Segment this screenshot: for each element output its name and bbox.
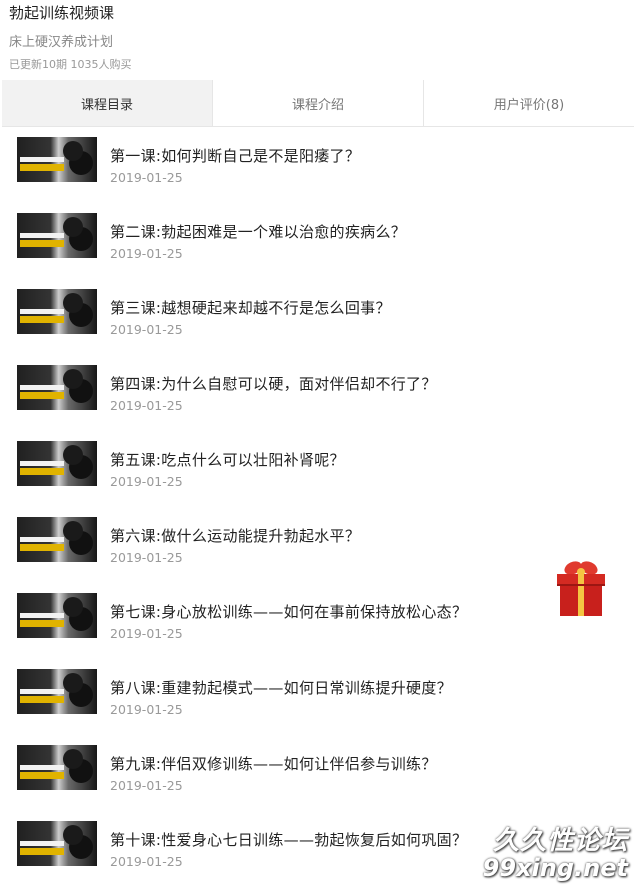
lesson-date: 2019-01-25 <box>110 854 183 869</box>
lesson-thumbnail <box>17 593 97 638</box>
lesson-thumbnail <box>17 669 97 714</box>
tab-intro[interactable]: 课程介绍 <box>213 80 424 126</box>
lesson-title: 第九课:伴侣双修训练——如何让伴侣参与训练？ <box>110 755 437 773</box>
lesson-date: 2019-01-25 <box>110 398 183 413</box>
lesson-title: 第五课:吃点什么可以壮阳补肾呢？ <box>110 451 345 469</box>
watermark-line2: 99xing.net <box>482 854 628 882</box>
lesson-title: 第十课:性爱身心七日训练——勃起恢复后如何巩固？ <box>110 831 468 849</box>
lesson-date: 2019-01-25 <box>110 626 183 641</box>
lesson-item[interactable]: 第九课:伴侣双修训练——如何让伴侣参与训练？ 2019-01-25 <box>0 735 634 811</box>
course-title: 勃起训练视频课 <box>9 4 115 22</box>
lesson-thumbnail <box>17 745 97 790</box>
lesson-thumbnail <box>17 821 97 866</box>
lesson-item[interactable]: 第七课:身心放松训练——如何在事前保持放松心态？ 2019-01-25 <box>0 583 634 659</box>
lesson-date: 2019-01-25 <box>110 778 183 793</box>
lesson-thumbnail <box>17 441 97 486</box>
lesson-item[interactable]: 第二课:勃起困难是一个难以治愈的疾病么？ 2019-01-25 <box>0 203 634 279</box>
lesson-title: 第七课:身心放松训练——如何在事前保持放松心态？ <box>110 603 468 621</box>
lesson-item[interactable]: 第八课:重建勃起模式——如何日常训练提升硬度？ 2019-01-25 <box>0 659 634 735</box>
lesson-item[interactable]: 第四课:为什么自慰可以硬，面对伴侣却不行了？ 2019-01-25 <box>0 355 634 431</box>
lesson-item[interactable]: 第六课:做什么运动能提升勃起水平？ 2019-01-25 <box>0 507 634 583</box>
lesson-item[interactable]: 第三课:越想硬起来却越不行是怎么回事？ 2019-01-25 <box>0 279 634 355</box>
lesson-item[interactable]: 第一课:如何判断自己是不是阳痿了？ 2019-01-25 <box>0 127 634 203</box>
lesson-date: 2019-01-25 <box>110 702 183 717</box>
watermark-line1: 久久性论坛 <box>492 826 628 856</box>
lesson-date: 2019-01-25 <box>110 246 183 261</box>
lesson-thumbnail <box>17 289 97 334</box>
course-header: 勃起训练视频课 床上硬汉养成计划 已更新10期 1035人购买 <box>0 0 634 80</box>
lesson-title: 第二课:勃起困难是一个难以治愈的疾病么？ <box>110 223 407 241</box>
lesson-title: 第三课:越想硬起来却越不行是怎么回事？ <box>110 299 391 317</box>
lesson-title: 第八课:重建勃起模式——如何日常训练提升硬度？ <box>110 679 452 697</box>
lesson-date: 2019-01-25 <box>110 550 183 565</box>
lesson-title: 第一课:如何判断自己是不是阳痿了？ <box>110 147 361 165</box>
tab-catalog[interactable]: 课程目录 <box>2 80 213 126</box>
lesson-thumbnail <box>17 137 97 182</box>
lesson-thumbnail <box>17 517 97 562</box>
lesson-date: 2019-01-25 <box>110 322 183 337</box>
tab-reviews[interactable]: 用户评价(8) <box>424 80 634 126</box>
gift-box-icon[interactable] <box>554 558 608 618</box>
lesson-item[interactable]: 第五课:吃点什么可以壮阳补肾呢？ 2019-01-25 <box>0 431 634 507</box>
lesson-thumbnail <box>17 213 97 258</box>
watermark: 久久性论坛 99xing.net <box>483 828 628 880</box>
course-meta: 已更新10期 1035人购买 <box>9 58 132 71</box>
lesson-title: 第四课:为什么自慰可以硬，面对伴侣却不行了？ <box>110 375 437 393</box>
course-subtitle: 床上硬汉养成计划 <box>9 35 114 50</box>
lesson-title: 第六课:做什么运动能提升勃起水平？ <box>110 527 361 545</box>
lesson-date: 2019-01-25 <box>110 474 183 489</box>
lesson-list: 第一课:如何判断自己是不是阳痿了？ 2019-01-25 第二课:勃起困难是一个… <box>0 127 634 887</box>
lesson-thumbnail <box>17 365 97 410</box>
tab-bar: 课程目录 课程介绍 用户评价(8) <box>2 80 634 127</box>
lesson-date: 2019-01-25 <box>110 170 183 185</box>
